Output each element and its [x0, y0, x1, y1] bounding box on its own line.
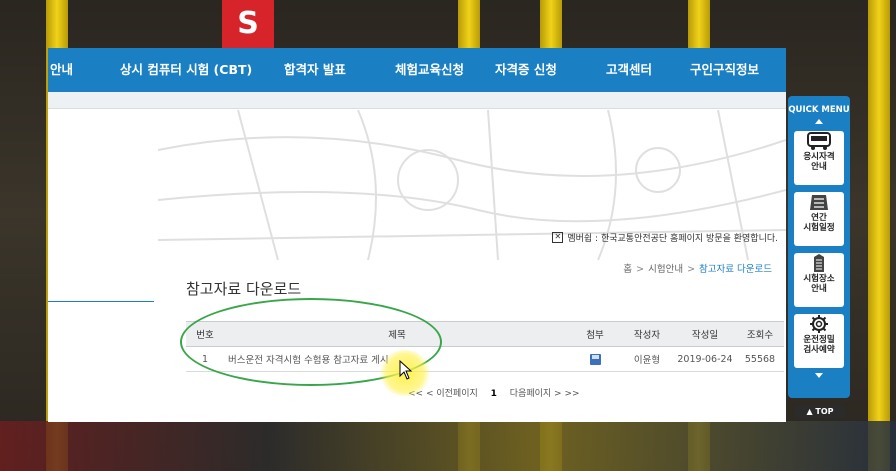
current-page[interactable]: 1 [491, 389, 497, 399]
background-sign: S [222, 0, 274, 48]
main-nav: 안내 상시 컴퓨터 시험 (CBT) 합격자 발표 체험교육신청 자격증 신청 … [48, 48, 786, 92]
welcome-text: 멤버쉽 : 한국교통안전공단 홈페이지 방문을 환영합니다. [567, 234, 778, 244]
quick-menu: QUICK MENU 응시자격 안내 연간 시험일정 시험장소 안내 운전정밀 … [788, 96, 850, 398]
quick-item-eligibility[interactable]: 응시자격 안내 [794, 131, 844, 185]
nav-item-cbt[interactable]: 상시 컴퓨터 시험 (CBT) [120, 48, 252, 92]
quick-item-label: 운전정밀 검사예약 [803, 335, 835, 355]
nav-item-license[interactable]: 자격증 신청 [495, 48, 557, 92]
calendar-icon [810, 195, 828, 210]
gear-icon [810, 315, 828, 333]
bus-icon [807, 132, 831, 150]
nav-item-results[interactable]: 합격자 발표 [284, 48, 346, 92]
sub-nav-bar [48, 92, 786, 109]
nav-item-training[interactable]: 체험교육신청 [395, 48, 464, 92]
quick-item-location[interactable]: 시험장소 안내 [794, 253, 844, 307]
row-views: 55568 [736, 346, 784, 372]
header-author: 작성자 [620, 321, 674, 347]
welcome-message: ✕ 멤버쉽 : 한국교통안전공단 홈페이지 방문을 환영합니다. [552, 231, 778, 244]
header-date: 작성일 [674, 321, 736, 347]
quick-item-label: 연간 시험일정 [803, 213, 835, 233]
background-strip [0, 421, 896, 471]
header-attach: 첨부 [570, 321, 620, 347]
quick-item-label: 응시자격 안내 [803, 152, 835, 172]
last-page-link[interactable]: >> [564, 389, 579, 399]
breadcrumb: 홈 > 시험안내 > 참고자료 다운로드 [623, 261, 772, 275]
building-icon [814, 254, 824, 272]
close-icon[interactable]: ✕ [552, 232, 564, 243]
header-views: 조회수 [736, 321, 784, 347]
quick-menu-title: QUICK MENU [788, 105, 850, 115]
quick-item-label: 시험장소 안내 [803, 274, 835, 294]
breadcrumb-section[interactable]: 시험안내 [648, 264, 683, 275]
breadcrumb-current: 참고자료 다운로드 [699, 264, 772, 275]
nav-item-guide[interactable]: 안내 [50, 48, 73, 92]
prev-page-link[interactable]: < 이전페이지 [426, 389, 478, 399]
breadcrumb-separator: > [687, 264, 696, 275]
next-page-link[interactable]: 다음페이지 > [510, 389, 562, 399]
mouse-cursor-icon [399, 360, 413, 380]
back-to-top-button[interactable]: ▲ TOP [795, 405, 845, 418]
sidebar-divider [48, 301, 154, 302]
scroll-up-icon[interactable] [815, 119, 823, 124]
quick-item-inspection[interactable]: 운전정밀 검사예약 [794, 314, 844, 368]
row-author: 이윤형 [620, 346, 674, 372]
nav-item-jobs[interactable]: 구인구직정보 [690, 48, 759, 92]
row-attach [570, 346, 620, 372]
page-title: 참고자료 다운로드 [186, 280, 302, 298]
breadcrumb-separator: > [636, 264, 645, 275]
yellow-pole [868, 0, 890, 471]
save-file-icon[interactable] [589, 353, 601, 365]
scroll-down-icon[interactable] [815, 373, 823, 378]
row-date: 2019-06-24 [674, 346, 736, 372]
pagination: << < 이전페이지 1 다음페이지 > >> [408, 386, 580, 399]
quick-item-schedule[interactable]: 연간 시험일정 [794, 192, 844, 246]
nav-item-support[interactable]: 고객센터 [606, 48, 652, 92]
breadcrumb-home[interactable]: 홈 [623, 264, 632, 275]
